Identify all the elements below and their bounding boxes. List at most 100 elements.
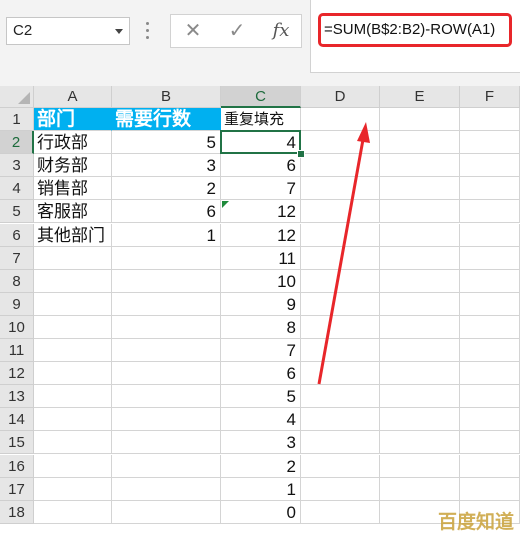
cell-d7[interactable] bbox=[301, 246, 380, 270]
cell-e8[interactable] bbox=[380, 269, 460, 293]
column-header-f[interactable]: F bbox=[460, 86, 520, 108]
cell-a11[interactable] bbox=[34, 339, 112, 363]
cell-d6[interactable] bbox=[301, 223, 380, 247]
cell-c8[interactable]: 10 bbox=[221, 269, 301, 293]
cell-e6[interactable] bbox=[380, 223, 460, 247]
cell-b10[interactable] bbox=[112, 315, 221, 339]
cell-e10[interactable] bbox=[380, 315, 460, 339]
row-header-12[interactable]: 12 bbox=[0, 362, 34, 386]
cell-b17[interactable] bbox=[112, 477, 221, 501]
cell-a1[interactable]: 部门 bbox=[34, 108, 112, 132]
cell-a16[interactable] bbox=[34, 454, 112, 478]
column-header-a[interactable]: A bbox=[34, 86, 112, 108]
cell-a9[interactable] bbox=[34, 292, 112, 316]
cell-e17[interactable] bbox=[380, 477, 460, 501]
cell-d13[interactable] bbox=[301, 385, 380, 409]
cell-a8[interactable] bbox=[34, 269, 112, 293]
cell-b16[interactable] bbox=[112, 454, 221, 478]
cell-f12[interactable] bbox=[460, 362, 520, 386]
cell-f4[interactable] bbox=[460, 177, 520, 201]
cell-e3[interactable] bbox=[380, 154, 460, 178]
row-header-14[interactable]: 14 bbox=[0, 408, 34, 432]
row-header-4[interactable]: 4 bbox=[0, 177, 34, 201]
cell-f11[interactable] bbox=[460, 339, 520, 363]
cell-b4[interactable]: 2 bbox=[112, 177, 221, 201]
cell-b8[interactable] bbox=[112, 269, 221, 293]
chevron-down-icon[interactable] bbox=[115, 29, 123, 34]
cell-d18[interactable] bbox=[301, 500, 380, 524]
cell-a6[interactable]: 其他部门 bbox=[34, 223, 112, 247]
cell-c9[interactable]: 9 bbox=[221, 292, 301, 316]
cell-c16[interactable]: 2 bbox=[221, 454, 301, 478]
cell-f14[interactable] bbox=[460, 408, 520, 432]
cell-d1[interactable] bbox=[301, 108, 380, 132]
cell-a4[interactable]: 销售部 bbox=[34, 177, 112, 201]
cell-b3[interactable]: 3 bbox=[112, 154, 221, 178]
cell-d15[interactable] bbox=[301, 431, 380, 455]
cell-e15[interactable] bbox=[380, 431, 460, 455]
cell-f8[interactable] bbox=[460, 269, 520, 293]
cell-c10[interactable]: 8 bbox=[221, 315, 301, 339]
insert-function-icon[interactable]: fx bbox=[261, 15, 301, 47]
cell-d10[interactable] bbox=[301, 315, 380, 339]
cell-c1[interactable]: 重复填充 bbox=[221, 108, 301, 132]
cell-e16[interactable] bbox=[380, 454, 460, 478]
cell-e14[interactable] bbox=[380, 408, 460, 432]
cell-e4[interactable] bbox=[380, 177, 460, 201]
cell-a12[interactable] bbox=[34, 362, 112, 386]
cell-b7[interactable] bbox=[112, 246, 221, 270]
cell-b2[interactable]: 5 bbox=[112, 131, 221, 155]
cell-f9[interactable] bbox=[460, 292, 520, 316]
cell-c17[interactable]: 1 bbox=[221, 477, 301, 501]
column-header-e[interactable]: E bbox=[380, 86, 460, 108]
row-header-1[interactable]: 1 bbox=[0, 108, 34, 132]
cell-e1[interactable] bbox=[380, 108, 460, 132]
cell-d9[interactable] bbox=[301, 292, 380, 316]
cell-d11[interactable] bbox=[301, 339, 380, 363]
cell-f7[interactable] bbox=[460, 246, 520, 270]
cell-d2[interactable] bbox=[301, 131, 380, 155]
cell-a15[interactable] bbox=[34, 431, 112, 455]
cell-e13[interactable] bbox=[380, 385, 460, 409]
cell-d8[interactable] bbox=[301, 269, 380, 293]
cell-d16[interactable] bbox=[301, 454, 380, 478]
enter-icon[interactable]: ✓ bbox=[217, 15, 257, 47]
cell-f13[interactable] bbox=[460, 385, 520, 409]
row-header-16[interactable]: 16 bbox=[0, 454, 34, 478]
cell-c5[interactable]: 12 bbox=[221, 200, 301, 224]
row-header-3[interactable]: 3 bbox=[0, 154, 34, 178]
column-header-c[interactable]: C bbox=[221, 86, 301, 108]
cell-f1[interactable] bbox=[460, 108, 520, 132]
fill-handle[interactable] bbox=[297, 150, 305, 159]
cell-a18[interactable] bbox=[34, 500, 112, 524]
cell-f15[interactable] bbox=[460, 431, 520, 455]
cell-b18[interactable] bbox=[112, 500, 221, 524]
cell-b14[interactable] bbox=[112, 408, 221, 432]
cell-e12[interactable] bbox=[380, 362, 460, 386]
select-all-corner[interactable] bbox=[0, 86, 34, 108]
error-indicator-icon[interactable] bbox=[222, 201, 229, 209]
row-header-5[interactable]: 5 bbox=[0, 200, 34, 224]
row-header-11[interactable]: 11 bbox=[0, 339, 34, 363]
row-header-15[interactable]: 15 bbox=[0, 431, 34, 455]
cell-b15[interactable] bbox=[112, 431, 221, 455]
cell-c7[interactable]: 11 bbox=[221, 246, 301, 270]
cell-d17[interactable] bbox=[301, 477, 380, 501]
cell-b11[interactable] bbox=[112, 339, 221, 363]
formula-input[interactable]: =SUM(B$2:B2)-ROW(A1) bbox=[318, 13, 512, 47]
row-header-7[interactable]: 7 bbox=[0, 246, 34, 270]
column-header-b[interactable]: B bbox=[112, 86, 221, 108]
cell-a3[interactable]: 财务部 bbox=[34, 154, 112, 178]
row-header-17[interactable]: 17 bbox=[0, 477, 34, 501]
cell-a10[interactable] bbox=[34, 315, 112, 339]
cell-f2[interactable] bbox=[460, 131, 520, 155]
cell-c13[interactable]: 5 bbox=[221, 385, 301, 409]
cell-d5[interactable] bbox=[301, 200, 380, 224]
row-header-9[interactable]: 9 bbox=[0, 292, 34, 316]
column-header-d[interactable]: D bbox=[301, 86, 380, 108]
cell-f16[interactable] bbox=[460, 454, 520, 478]
name-box[interactable]: C2 bbox=[6, 17, 130, 45]
cell-a13[interactable] bbox=[34, 385, 112, 409]
cell-a17[interactable] bbox=[34, 477, 112, 501]
cell-a14[interactable] bbox=[34, 408, 112, 432]
